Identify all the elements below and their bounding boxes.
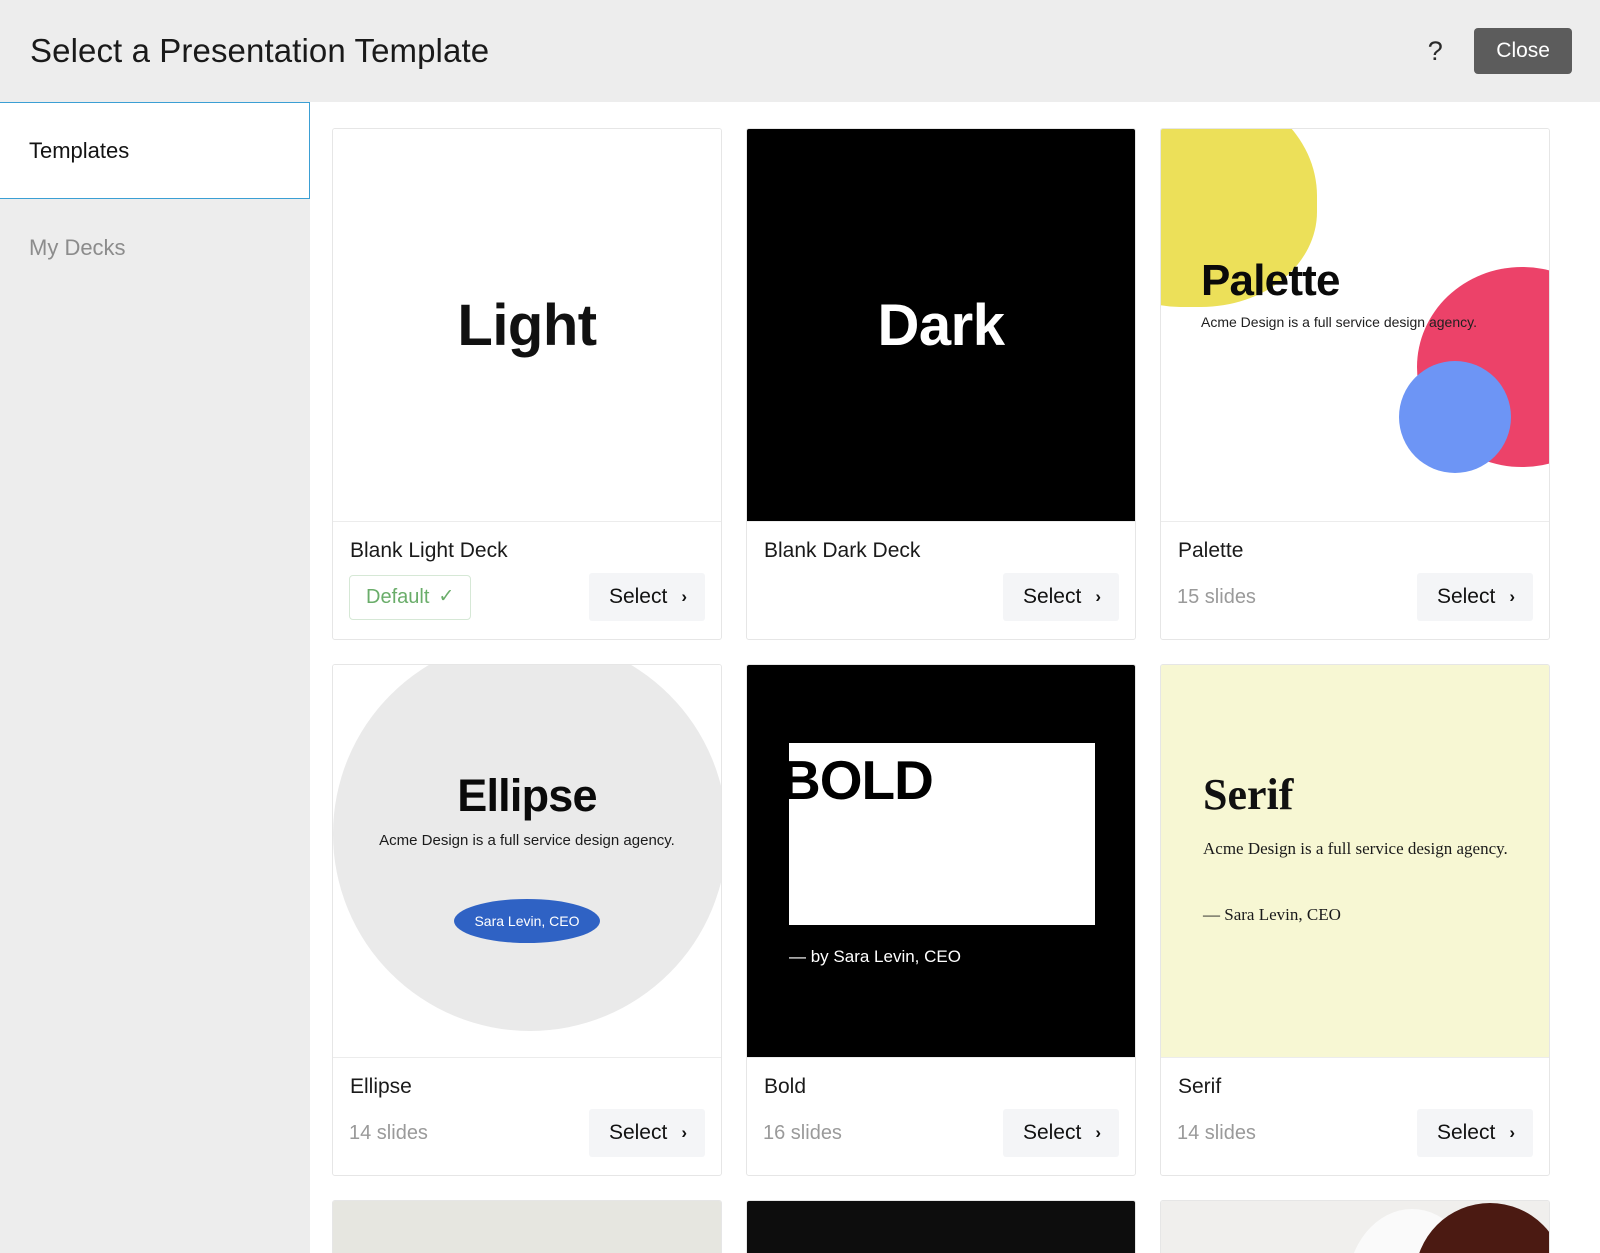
select-button-label: Select	[1436, 1121, 1496, 1145]
card-title: Blank Light Deck	[350, 539, 508, 562]
chevron-right-icon: ›	[1095, 587, 1101, 607]
template-thumbnail-ellipse[interactable]: Ellipse Acme Design is a full service de…	[333, 665, 721, 1058]
default-badge: Default ✓	[349, 574, 472, 620]
template-thumbnail-row3-3[interactable]	[1161, 1201, 1549, 1253]
slides-count: 16 slides	[763, 1121, 842, 1144]
default-badge-label: Default	[366, 585, 430, 608]
card-meta-row: Default ✓ Select ›	[349, 573, 705, 622]
card-title: Ellipse	[350, 1075, 412, 1099]
sidebar-item-templates[interactable]: Templates	[0, 102, 310, 199]
thumbnail-title: Palette	[1201, 256, 1341, 305]
card-meta-row: Select ›	[763, 573, 1119, 622]
check-icon: ✓	[438, 586, 455, 608]
template-picker-dialog: Select a Presentation Template ? Close T…	[0, 0, 1600, 1253]
help-icon[interactable]: ?	[1418, 37, 1452, 65]
slides-count: 15 slides	[1177, 585, 1256, 608]
sidebar-item-my-decks[interactable]: My Decks	[0, 199, 310, 296]
thumbnail-text-block: Palette Acme Design is a full service de…	[1201, 256, 1477, 331]
thumbnail-text-block: Ellipse Acme Design is a full service de…	[333, 770, 721, 944]
template-card-serif: Serif Acme Design is a full service desi…	[1160, 664, 1550, 1177]
select-button-label: Select	[608, 585, 668, 609]
card-footer: Blank Dark Deck Select ›	[747, 521, 1135, 639]
dialog-body: Templates My Decks Light Blank Light Dec…	[0, 102, 1600, 1253]
card-meta-row: 14 slides Select ›	[1177, 1109, 1533, 1158]
sidebar-item-label: Templates	[29, 137, 130, 163]
author-label: Sara Levin, CEO	[474, 913, 580, 930]
template-card-bold: BOLD — by Sara Levin, CEO Bold 16 slides…	[746, 664, 1136, 1177]
chevron-right-icon: ›	[681, 587, 687, 607]
thumbnail-byline: — by Sara Levin, CEO	[789, 947, 961, 967]
template-thumbnail-dark[interactable]: Dark	[747, 129, 1135, 521]
thumbnail-tagline: Acme Design is a full service design age…	[379, 832, 675, 850]
select-button-label: Select	[1022, 585, 1082, 609]
page-title: Select a Presentation Template	[30, 31, 490, 69]
template-thumbnail-palette[interactable]: Palette Acme Design is a full service de…	[1161, 129, 1549, 521]
thumbnail-byline: — Sara Levin, CEO	[1203, 905, 1341, 925]
template-thumbnail-light[interactable]: Light	[333, 129, 721, 521]
card-meta-row: 14 slides Select ›	[349, 1109, 705, 1158]
template-thumbnail-bold[interactable]: BOLD — by Sara Levin, CEO	[747, 665, 1135, 1058]
template-card-palette: Palette Acme Design is a full service de…	[1160, 128, 1550, 641]
template-card-row3-1	[332, 1200, 722, 1253]
photo-brown-shape	[1415, 1203, 1549, 1253]
select-button[interactable]: Select ›	[1416, 1109, 1533, 1158]
thumbnail-text-block: Serif Acme Design is a full service desi…	[1203, 773, 1508, 925]
close-button[interactable]: Close	[1474, 28, 1572, 74]
card-footer: Blank Light Deck Default ✓ Select ›	[333, 521, 721, 639]
card-footer: Bold 16 slides Select ›	[747, 1057, 1135, 1175]
author-pill: Sara Levin, CEO	[454, 899, 600, 944]
thumbnail-title: BOLD	[781, 749, 934, 812]
select-button[interactable]: Select ›	[1002, 573, 1119, 622]
chevron-right-icon: ›	[681, 1123, 687, 1143]
thumbnail-tagline: Acme Design is a full service design age…	[1203, 839, 1508, 859]
slides-count: 14 slides	[1177, 1121, 1256, 1144]
slides-count: 14 slides	[349, 1121, 428, 1144]
template-card-ellipse: Ellipse Acme Design is a full service de…	[332, 664, 722, 1177]
templates-grid: Light Blank Light Deck Default ✓ Select …	[332, 128, 1552, 1253]
select-button-label: Select	[1022, 1121, 1082, 1145]
template-card-blank-dark-deck: Dark Blank Dark Deck Select ›	[746, 128, 1136, 641]
blue-circle-shape	[1399, 361, 1511, 473]
card-meta-row: 15 slides Select ›	[1177, 573, 1533, 622]
chevron-right-icon: ›	[1509, 587, 1515, 607]
template-thumbnail-serif[interactable]: Serif Acme Design is a full service desi…	[1161, 665, 1549, 1058]
chevron-right-icon: ›	[1509, 1123, 1515, 1143]
chevron-right-icon: ›	[1095, 1123, 1101, 1143]
card-footer: Ellipse 14 slides Select ›	[333, 1057, 721, 1175]
select-button[interactable]: Select ›	[1416, 573, 1533, 622]
dialog-header: Select a Presentation Template ? Close	[0, 0, 1600, 102]
sidebar-item-label: My Decks	[29, 234, 126, 260]
select-button[interactable]: Select ›	[1002, 1109, 1119, 1158]
select-button[interactable]: Select ›	[588, 1109, 705, 1158]
thumbnail-title: Light	[457, 292, 597, 358]
thumbnail-tagline: Acme Design is a full service design age…	[1201, 314, 1477, 330]
card-footer: Serif 14 slides Select ›	[1161, 1057, 1549, 1175]
thumbnail-title: Serif	[1203, 770, 1294, 820]
card-footer: Palette 15 slides Select ›	[1161, 521, 1549, 639]
header-actions: ? Close	[1418, 28, 1572, 74]
card-title: Blank Dark Deck	[764, 539, 921, 562]
template-thumbnail-row3-2[interactable]	[747, 1201, 1135, 1253]
template-card-row3-2	[746, 1200, 1136, 1253]
card-title: Serif	[1178, 1075, 1222, 1099]
select-button-label: Select	[1436, 585, 1496, 609]
card-title: Bold	[764, 1075, 807, 1099]
card-title: Palette	[1178, 539, 1244, 562]
thumbnail-title: Ellipse	[457, 770, 597, 822]
select-button[interactable]: Select ›	[588, 573, 705, 622]
template-card-row3-3	[1160, 1200, 1550, 1253]
sidebar: Templates My Decks	[0, 102, 310, 1253]
thumbnail-title: Dark	[877, 292, 1005, 358]
select-button-label: Select	[608, 1121, 668, 1145]
white-box-shape: BOLD	[781, 743, 1095, 926]
template-thumbnail-row3-1[interactable]	[333, 1201, 721, 1253]
template-card-blank-light-deck: Light Blank Light Deck Default ✓ Select …	[332, 128, 722, 641]
card-meta-row: 16 slides Select ›	[763, 1109, 1119, 1158]
templates-grid-container: Light Blank Light Deck Default ✓ Select …	[310, 102, 1600, 1253]
